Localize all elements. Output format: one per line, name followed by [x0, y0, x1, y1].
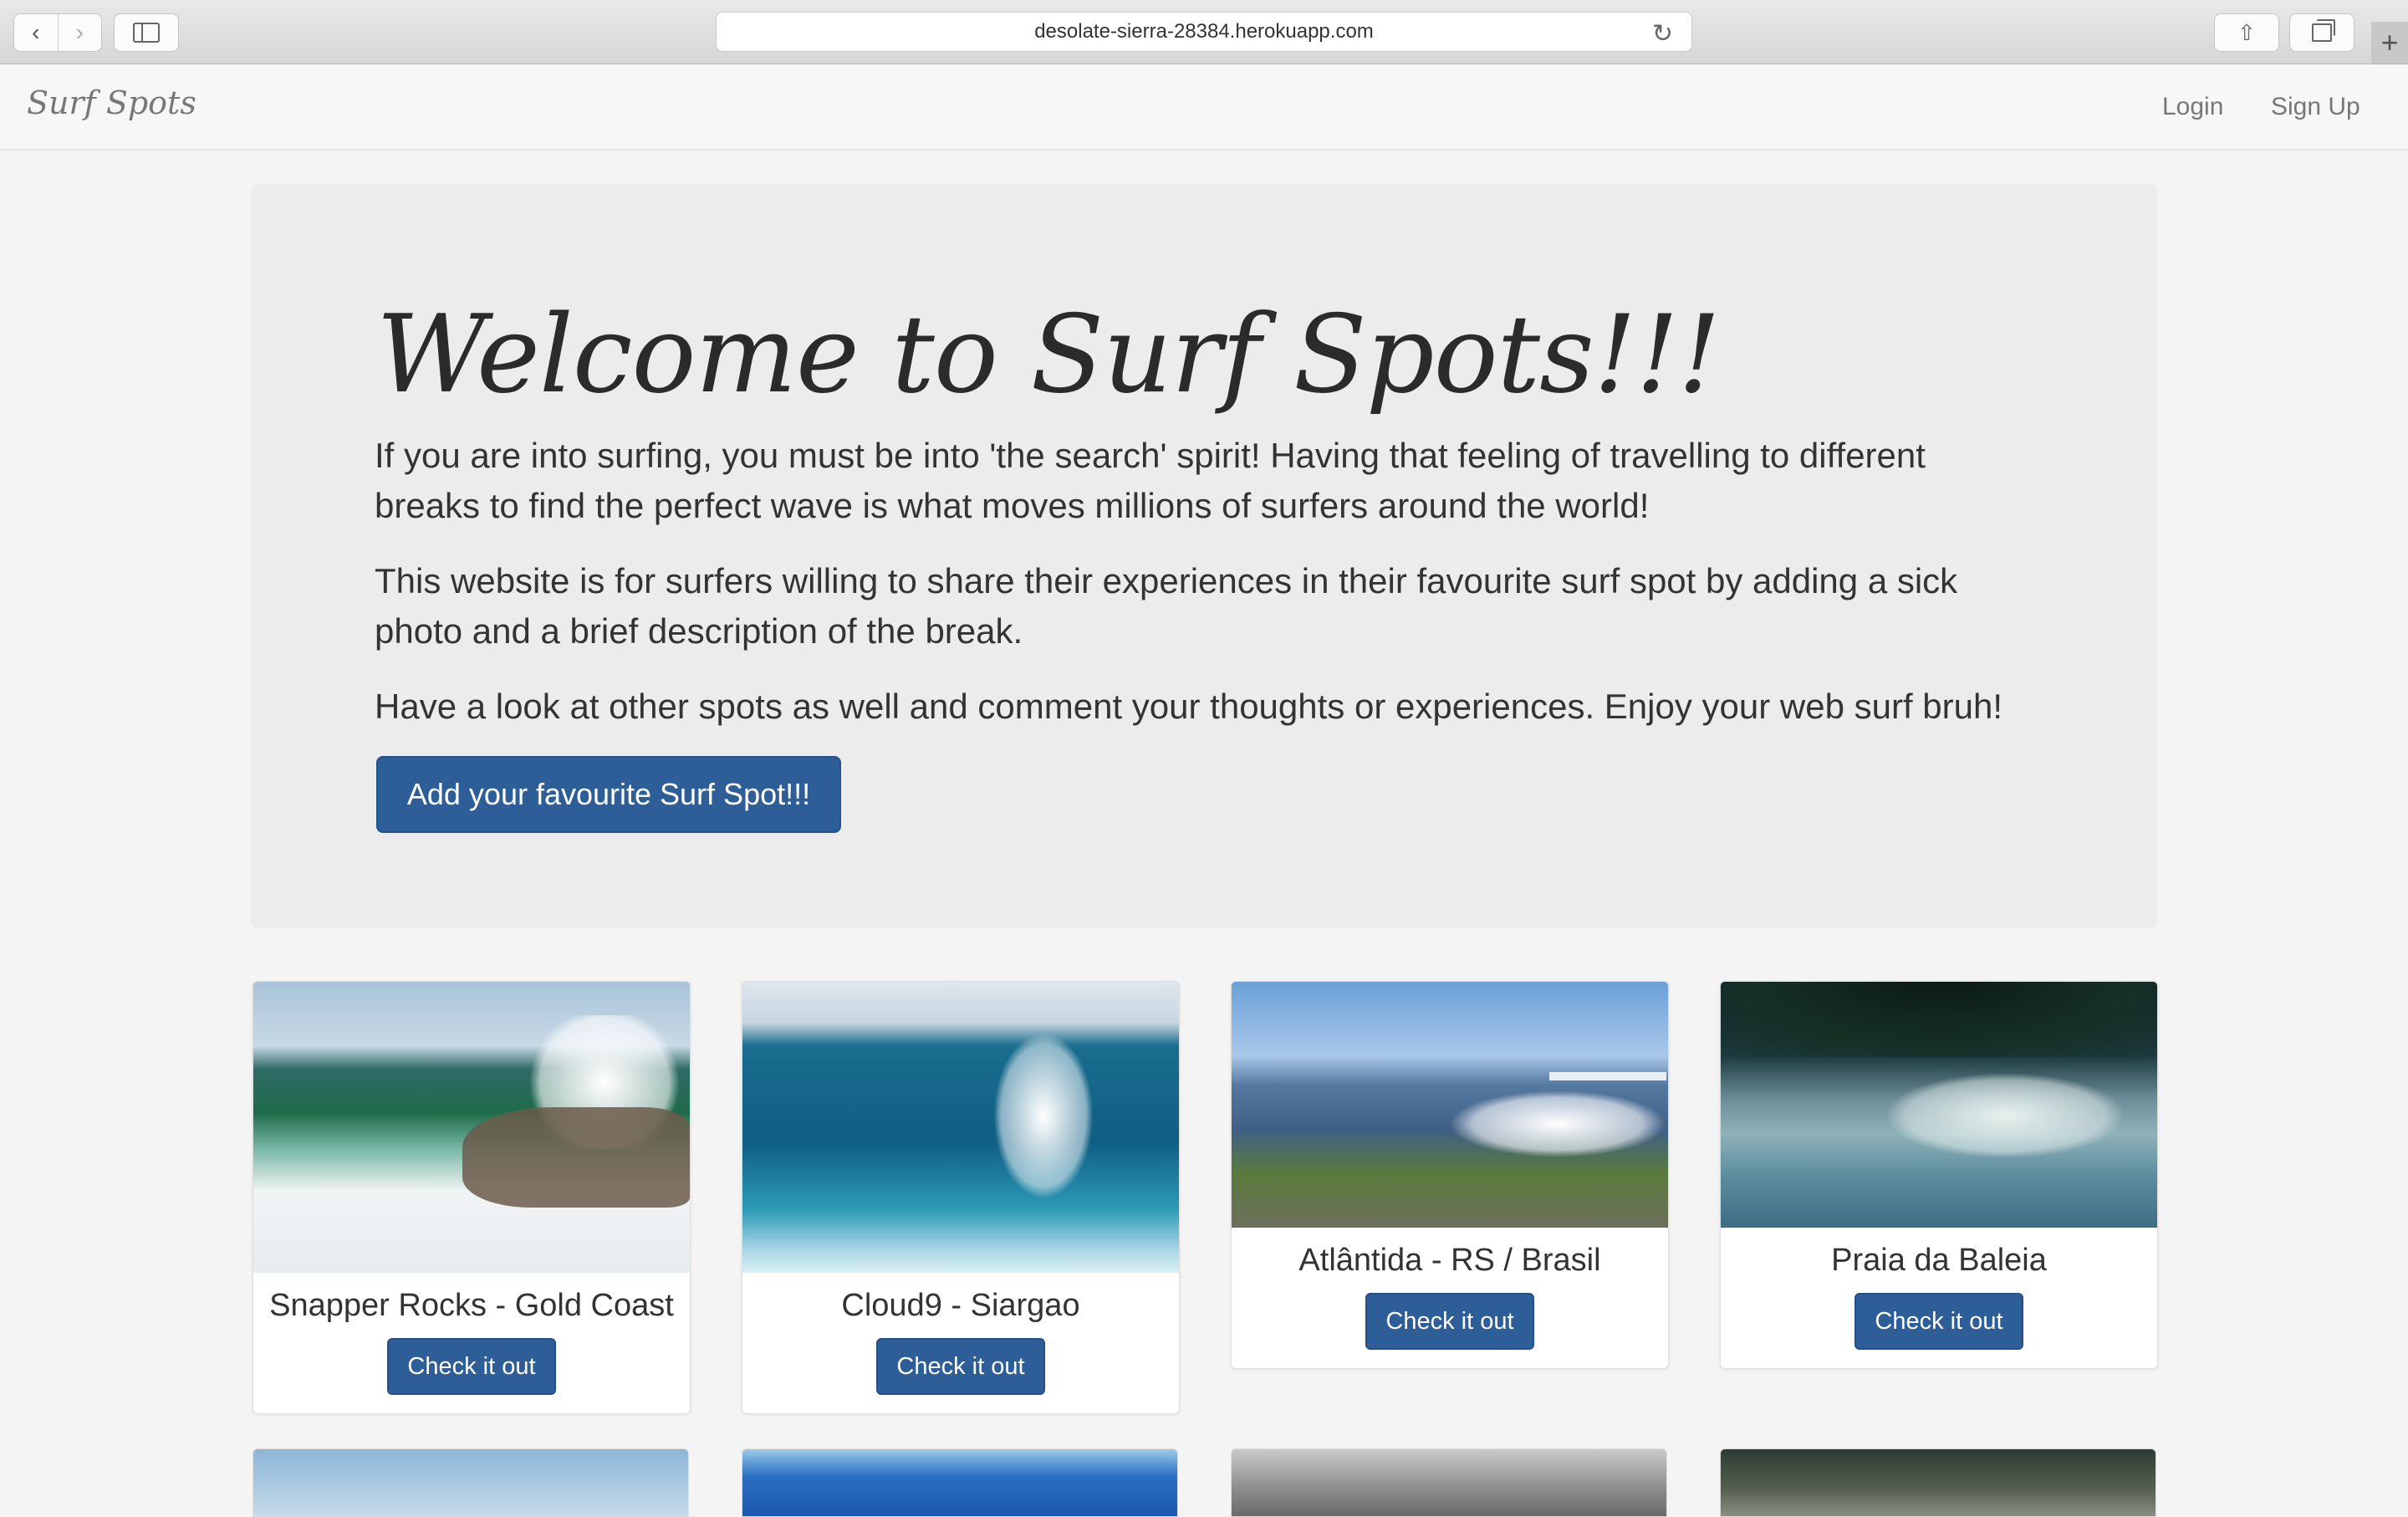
spot-title: Snapper Rocks - Gold Coast	[269, 1288, 674, 1323]
hero-paragraph-2: This website is for surfers willing to s…	[375, 561, 1958, 651]
tabs-overview-button[interactable]	[2289, 13, 2354, 52]
signup-link[interactable]: Sign Up	[2271, 93, 2360, 121]
spot-card: Atlântida - RS / Brasil Check it out	[1231, 981, 1669, 1369]
hero-paragraph-3: Have a look at other spots as well and c…	[375, 687, 2003, 726]
back-button[interactable]: ‹	[14, 14, 58, 51]
login-link[interactable]: Login	[2162, 93, 2223, 121]
spot-card-partial[interactable]	[253, 1448, 689, 1517]
hero-title: Welcome to Surf Spots!!!	[376, 293, 1721, 417]
new-tab-button[interactable]: +	[2371, 22, 2408, 64]
address-bar[interactable]: desolate-sierra-28384.herokuapp.com ↻	[716, 12, 1692, 52]
spot-title: Atlântida - RS / Brasil	[1298, 1243, 1601, 1278]
site-navbar: Surf Spots Login Sign Up	[0, 64, 2408, 150]
forward-button[interactable]: ›	[57, 14, 102, 51]
spot-card: Cloud9 - Siargao Check it out	[742, 981, 1180, 1414]
tabs-overview-icon	[2312, 19, 2335, 42]
chevron-right-icon: ›	[75, 19, 84, 45]
spot-photo[interactable]	[742, 982, 1179, 1273]
share-button[interactable]: ⇧	[2214, 13, 2279, 52]
spot-card: Praia da Baleia Check it out	[1720, 981, 2158, 1369]
check-it-out-button[interactable]: Check it out	[876, 1338, 1045, 1395]
spot-card-partial[interactable]	[742, 1448, 1178, 1517]
share-icon: ⇧	[2237, 19, 2256, 45]
spot-card: Snapper Rocks - Gold Coast Check it out	[253, 981, 691, 1414]
spot-title: Cloud9 - Siargao	[841, 1288, 1080, 1323]
spot-photo[interactable]	[253, 982, 690, 1273]
check-it-out-button[interactable]: Check it out	[1854, 1293, 2023, 1350]
reload-icon[interactable]: ↻	[1652, 19, 1673, 49]
spot-photo[interactable]	[1721, 982, 2157, 1228]
browser-toolbar: ‹ › desolate-sierra-28384.herokuapp.com …	[0, 0, 2408, 64]
sidebar-toggle-button[interactable]	[114, 13, 179, 52]
check-it-out-button[interactable]: Check it out	[387, 1338, 556, 1395]
check-it-out-button[interactable]: Check it out	[1365, 1293, 1534, 1350]
spot-card-partial[interactable]	[1231, 1448, 1667, 1517]
url-text: desolate-sierra-28384.herokuapp.com	[1034, 20, 1374, 43]
spot-title: Praia da Baleia	[1831, 1243, 2047, 1278]
spot-photo[interactable]	[1232, 982, 1668, 1228]
history-buttons: ‹ ›	[13, 13, 102, 52]
add-surf-spot-button[interactable]: Add your favourite Surf Spot!!!	[376, 756, 841, 833]
brand-link[interactable]: Surf Spots	[27, 84, 196, 121]
spot-card-partial[interactable]	[1720, 1448, 2156, 1517]
chevron-left-icon: ‹	[32, 19, 40, 45]
hero-jumbotron: Welcome to Surf Spots!!! If you are into…	[251, 184, 2157, 928]
hero-paragraph-1: If you are into surfing, you must be int…	[375, 436, 1926, 525]
plus-icon: +	[2380, 25, 2399, 59]
sidebar-icon	[133, 23, 160, 43]
